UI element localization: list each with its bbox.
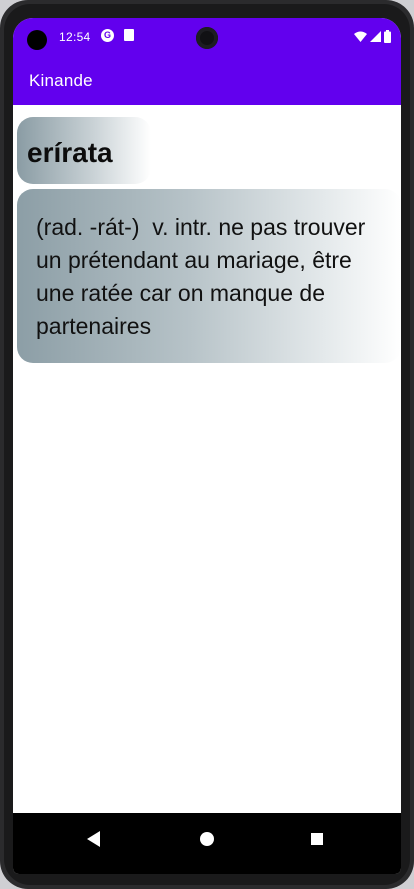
battery-icon [384,29,391,43]
recents-icon[interactable] [311,833,323,845]
signal-icon [370,30,381,42]
status-bar: 12:54 G [13,18,401,56]
wifi-icon [354,31,367,42]
app-bar: Kinande [13,56,401,105]
app-title: Kinande [29,71,93,90]
back-icon[interactable] [87,831,100,847]
entry-definition: (rad. -rát-) v. intr. ne pas trouver un … [36,214,372,339]
phone-screen: 12:54 G Kinande erírata (rad. -rát-) v. … [13,18,401,874]
camera-cutout-icon [27,30,47,50]
definition-card: (rad. -rát-) v. intr. ne pas trouver un … [17,189,401,363]
phone-frame: 12:54 G Kinande erírata (rad. -rát-) v. … [0,0,414,889]
home-icon[interactable] [200,832,214,846]
navigation-bar [13,813,401,874]
entry-word: erírata [27,137,113,168]
word-card: erírata [17,117,151,184]
dictionary-entry: erírata (rad. -rát-) v. intr. ne pas tro… [13,105,401,813]
front-camera-icon [196,27,218,49]
notification-g-icon: G [101,29,114,42]
status-right-icons [354,29,391,43]
sd-card-icon [124,29,134,41]
status-time: 12:54 [59,30,91,44]
